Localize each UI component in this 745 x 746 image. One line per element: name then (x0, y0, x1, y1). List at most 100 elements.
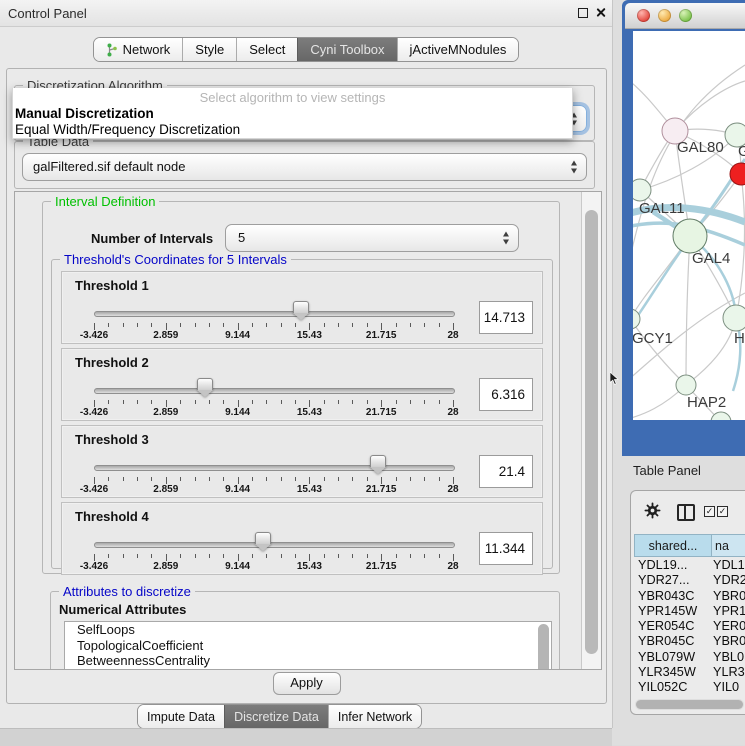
column-checkboxes[interactable]: ✓ ✓ (704, 506, 728, 517)
tick-label: 9.144 (225, 484, 250, 495)
tick (439, 323, 440, 327)
gear-icon[interactable] (644, 502, 661, 524)
tick-label: 28 (447, 561, 458, 572)
tab-style[interactable]: Style (182, 38, 236, 61)
table-row[interactable]: YBR045CYBR0 (634, 634, 745, 649)
network-node-gal11[interactable] (633, 179, 651, 201)
slider-tick-labels: -3.4262.8599.14415.4321.71528 (94, 484, 453, 496)
tick-label: 21.715 (366, 407, 397, 418)
split-view-icon[interactable] (677, 504, 695, 521)
slider-thumb[interactable] (370, 455, 386, 474)
column-header-shared-name[interactable]: shared... (634, 534, 712, 557)
slider-track[interactable] (94, 388, 455, 394)
threshold-value-field[interactable]: 6.316 (479, 378, 533, 411)
network-node-gal4[interactable] (673, 219, 707, 253)
tick-label: 15.43 (297, 561, 322, 572)
attribute-item-selfloops[interactable]: SelfLoops (65, 622, 551, 638)
tick-label: -3.426 (80, 407, 108, 418)
number-of-intervals-combobox[interactable]: 5 (225, 224, 519, 252)
combo-stepper-icon (503, 232, 509, 245)
tick-label: 9.144 (225, 330, 250, 341)
tab-cyni-toolbox[interactable]: Cyni Toolbox (297, 38, 396, 61)
table-row[interactable]: YDL19...YDL1 (634, 558, 745, 573)
close-icon[interactable] (595, 7, 606, 18)
tab-select[interactable]: Select (236, 38, 297, 61)
top-tab-bar: NetworkStyleSelectCyni ToolboxjActiveMNo… (0, 37, 612, 62)
table-row[interactable]: YER054CYER0 (634, 619, 745, 634)
tick (123, 400, 124, 404)
attribute-item-betweennesscentrality[interactable]: BetweennessCentrality (65, 653, 551, 669)
float-button[interactable] (578, 8, 588, 18)
tab-network[interactable]: Network (94, 38, 183, 61)
threshold-value-field[interactable]: 21.4 (479, 455, 533, 488)
tick (338, 477, 339, 481)
tick (396, 477, 397, 481)
tick (266, 554, 267, 558)
tick (281, 400, 282, 404)
attributes-group-title: Attributes to discretize (59, 584, 195, 599)
tab-jactivemnodules[interactable]: jActiveMNodules (397, 38, 519, 61)
numerical-attributes-list: SelfLoopsTopologicalCoefficientBetweenne… (64, 621, 552, 670)
network-node[interactable] (711, 412, 731, 420)
close-traffic-light-icon[interactable] (637, 9, 650, 22)
popup-item-manual-discretization[interactable]: Manual Discretization (13, 106, 572, 122)
popup-item-equal-width-frequency-discretization[interactable]: Equal Width/Frequency Discretization (13, 122, 572, 138)
tick (123, 477, 124, 481)
slider-thumb[interactable] (197, 378, 213, 397)
vertical-scrollbar-thumb[interactable] (585, 210, 598, 654)
attributes-scrollbar[interactable] (538, 624, 549, 670)
slider-track[interactable] (94, 465, 455, 471)
threshold-panel-2: Threshold 2-3.4262.8599.14415.4321.71528… (61, 348, 543, 421)
tab-discretize-data[interactable]: Discretize Data (224, 705, 328, 728)
network-node-hap2[interactable] (676, 375, 696, 395)
tick (195, 323, 196, 327)
table-row[interactable]: YPR145WYPR1 (634, 604, 745, 619)
tab-infer-network[interactable]: Infer Network (328, 705, 421, 728)
tick (424, 400, 425, 404)
attribute-item-topologicalcoefficient[interactable]: TopologicalCoefficient (65, 638, 551, 654)
tick-label: 21.715 (366, 561, 397, 572)
tick (108, 477, 109, 481)
slider-thumb[interactable] (293, 301, 309, 320)
number-of-intervals-value: 5 (238, 230, 245, 245)
table-row[interactable]: YLR345WYLR3 (634, 665, 745, 680)
apply-button[interactable]: Apply (273, 672, 341, 695)
tick (324, 477, 325, 481)
threshold-value-field[interactable]: 14.713 (479, 301, 533, 334)
threshold-list: Threshold 1-3.4262.8599.14415.4321.71528… (61, 271, 543, 575)
slider-track[interactable] (94, 311, 455, 317)
threshold-slider-4: -3.4262.8599.14415.4321.71528 (94, 503, 453, 574)
tick (108, 554, 109, 558)
slider-thumb[interactable] (255, 532, 271, 551)
table-cell-name: YER0 (713, 619, 745, 634)
table-data-combobox[interactable]: galFiltered.sif default node (22, 153, 587, 181)
threshold-value-field[interactable]: 11.344 (479, 532, 533, 565)
table-row[interactable]: YBR043CYBR0 (634, 589, 745, 604)
slider-track[interactable] (94, 542, 455, 548)
table-row[interactable]: YIL052CYIL0 (634, 680, 745, 695)
zoom-traffic-light-icon[interactable] (679, 9, 692, 22)
tick (309, 323, 310, 330)
tick (166, 400, 167, 407)
threshold-panel-4: Threshold 4-3.4262.8599.14415.4321.71528… (61, 502, 543, 575)
tick (309, 554, 310, 561)
network-canvas[interactable]: GAL80GGAL11GAL4GCY1HHAP2 (633, 31, 745, 420)
threshold-slider-1: -3.4262.8599.14415.4321.71528 (94, 272, 453, 343)
table-row[interactable]: YDR27...YDR2 (634, 573, 745, 588)
tick (381, 400, 382, 407)
tick (252, 477, 253, 481)
vertical-scrollbar[interactable] (581, 192, 601, 669)
table-row[interactable]: YBL079WYBL0 (634, 650, 745, 665)
horizontal-scrollbar[interactable] (635, 699, 744, 710)
tick (295, 554, 296, 558)
minimize-traffic-light-icon[interactable] (658, 9, 671, 22)
checkbox-checked-icon[interactable]: ✓ (704, 506, 715, 517)
algorithm-dropdown-popup: Select algorithm to view settings Manual… (12, 88, 573, 139)
network-node-h[interactable] (723, 305, 745, 331)
column-header-name[interactable]: na (712, 534, 745, 557)
tab-impute-data[interactable]: Impute Data (138, 705, 224, 728)
threshold-slider-2: -3.4262.8599.14415.4321.71528 (94, 349, 453, 420)
tick (410, 323, 411, 327)
horizontal-scrollbar-thumb[interactable] (636, 700, 743, 709)
checkbox-checked-icon[interactable]: ✓ (717, 506, 728, 517)
